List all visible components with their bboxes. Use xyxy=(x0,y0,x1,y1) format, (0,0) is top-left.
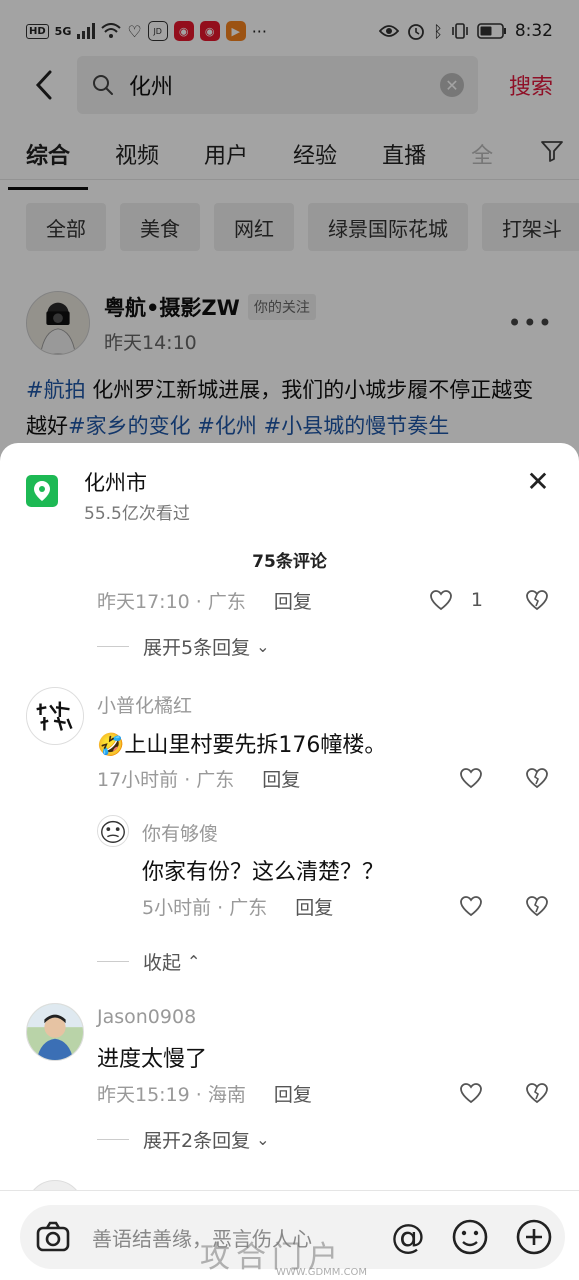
close-icon[interactable]: ✕ xyxy=(523,465,553,498)
meme-face-avatar-image xyxy=(98,816,128,846)
comment-time: 5小时前 · 广东 xyxy=(142,896,268,919)
comment-input-bar: 善语结善缘，恶言伤人心 @ 攻合门户 WWW.GDMM.COM xyxy=(0,1190,579,1280)
collapse-label: 收起 xyxy=(143,952,182,974)
comment-meta-row: 17小时前 · 广东 回复 xyxy=(97,763,553,793)
chevron-up-icon: ⌃ xyxy=(187,952,201,971)
comment-text: 🤣上山里村要先拆176幢楼。 xyxy=(97,733,387,758)
comment-text: 进度太慢了 xyxy=(97,1047,208,1072)
collapse-replies[interactable]: 收起 ⌃ xyxy=(97,948,200,975)
chevron-down-icon: ⌄ xyxy=(256,637,270,656)
input-actions: @ xyxy=(391,1218,553,1256)
location-views: 55.5亿次看过 xyxy=(84,504,190,524)
broken-heart-icon[interactable] xyxy=(525,1081,549,1105)
person-avatar-image xyxy=(27,1004,83,1060)
reply-button[interactable]: 回复 xyxy=(295,893,333,920)
like-count: 1 xyxy=(470,589,483,611)
expand-replies[interactable]: 展开2条回复 ⌄ xyxy=(97,1126,270,1153)
expand-label: 展开2条回复 xyxy=(143,1130,251,1152)
broken-heart-icon[interactable] xyxy=(525,894,549,918)
location-header[interactable]: 化州市 55.5亿次看过 ✕ xyxy=(26,465,553,525)
location-pin-icon xyxy=(26,475,58,507)
avatar[interactable] xyxy=(26,687,84,745)
comment-text: 你家有份？这么清楚？？ xyxy=(142,860,385,885)
reply-button[interactable]: 回复 xyxy=(274,587,312,614)
comment-meta-row: 5小时前 · 广东 回复 xyxy=(142,891,553,921)
reply-button[interactable]: 回复 xyxy=(274,1080,312,1107)
commenter-name[interactable]: Jason0908 xyxy=(97,1006,196,1028)
comment-time: 昨天17:10 · 广东 xyxy=(97,590,246,613)
broken-heart-icon[interactable] xyxy=(525,588,549,612)
heart-icon[interactable] xyxy=(459,766,483,790)
chevron-down-icon: ⌄ xyxy=(256,1130,270,1149)
broken-heart-icon[interactable] xyxy=(525,766,549,790)
calligraphy-avatar-image xyxy=(27,688,83,744)
divider-line xyxy=(97,646,129,647)
comment-meta-row: 昨天17:10 · 广东 回复 1 xyxy=(97,585,553,615)
comments-sheet: 化州市 55.5亿次看过 ✕ 75条评论 昨天17:10 · 广东 回复 1 展… xyxy=(0,443,579,1280)
commenter-name[interactable]: 小普化橘红 xyxy=(97,691,192,718)
expand-label: 展开5条回复 xyxy=(143,637,251,659)
add-icon[interactable] xyxy=(515,1218,553,1256)
watermark-url: WWW.GDMM.COM xyxy=(276,1267,368,1278)
comment-meta-row: 昨天15:19 · 海南 回复 xyxy=(97,1078,553,1108)
comment-count: 75条评论 xyxy=(252,552,327,572)
expand-replies[interactable]: 展开5条回复 ⌄ xyxy=(97,633,270,660)
comment-time: 昨天15:19 · 海南 xyxy=(97,1083,246,1106)
divider-line xyxy=(97,961,129,962)
divider-line xyxy=(97,1139,129,1140)
reply-button[interactable]: 回复 xyxy=(262,765,300,792)
heart-icon[interactable] xyxy=(459,894,483,918)
avatar[interactable] xyxy=(97,815,129,847)
avatar[interactable] xyxy=(26,1003,84,1061)
commenter-name[interactable]: 你有够傻 xyxy=(142,819,218,846)
heart-icon[interactable] xyxy=(429,588,453,612)
comment-time: 17小时前 · 广东 xyxy=(97,768,235,791)
emoji-icon[interactable] xyxy=(451,1218,489,1256)
heart-icon[interactable] xyxy=(459,1081,483,1105)
location-title: 化州市 xyxy=(84,471,147,495)
mention-icon[interactable]: @ xyxy=(391,1220,425,1254)
camera-icon[interactable] xyxy=(34,1218,72,1256)
